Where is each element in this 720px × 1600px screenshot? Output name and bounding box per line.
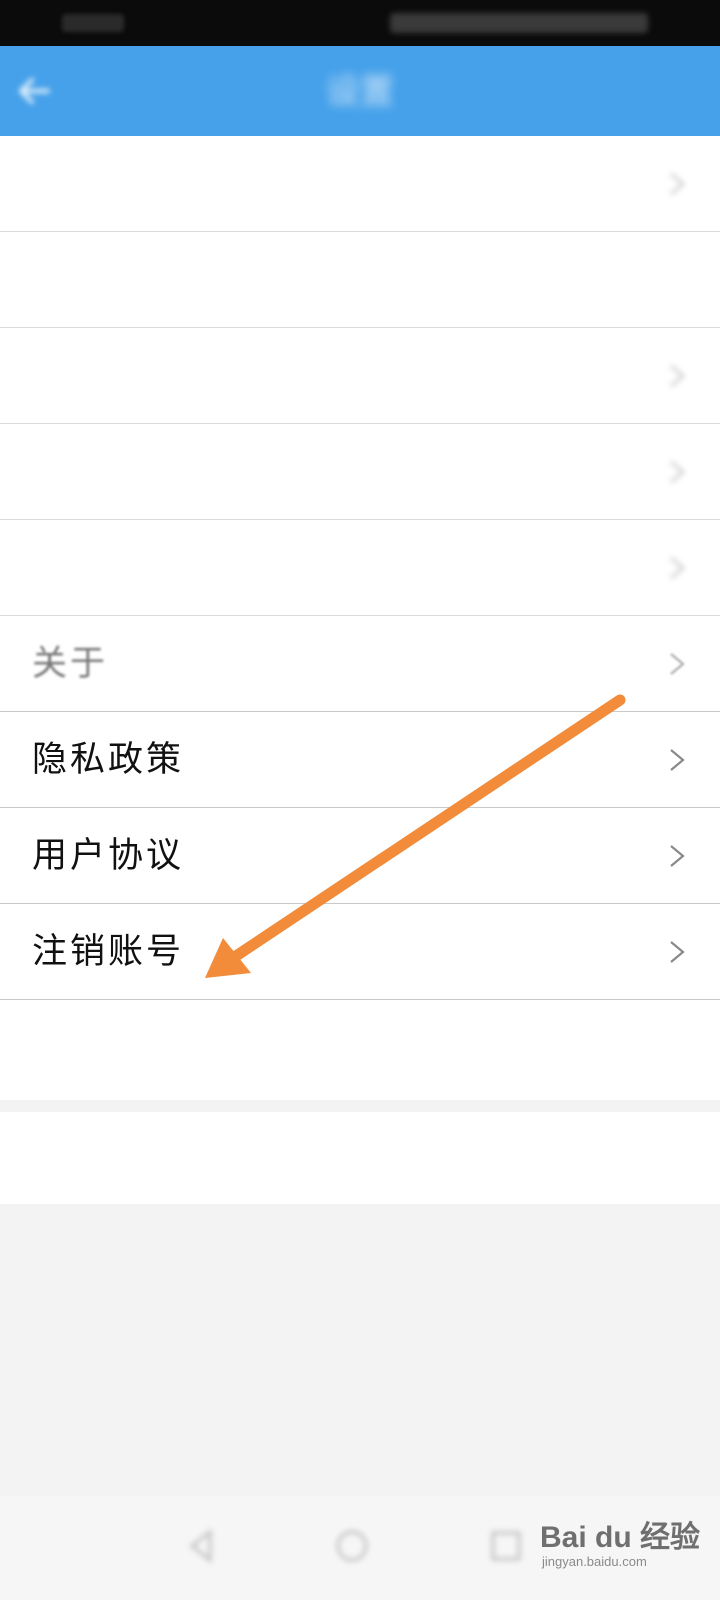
chevron-right-icon	[670, 365, 685, 387]
settings-item-2[interactable]	[0, 232, 720, 328]
settings-item-about[interactable]: 关于	[0, 616, 720, 712]
settings-item-label: 注销账号	[32, 932, 185, 972]
status-bar	[0, 0, 720, 46]
watermark-logo-text: Bai du 经验	[540, 1521, 701, 1554]
settings-item-user-agreement[interactable]: 用户协议	[0, 808, 720, 904]
settings-list: 关于 隐私政策 用户协议 注销账号	[0, 136, 720, 1000]
nav-home-icon[interactable]	[332, 1526, 372, 1566]
settings-item-label: 关于	[32, 644, 109, 684]
chevron-right-icon	[670, 749, 685, 771]
settings-item-1[interactable]	[0, 136, 720, 232]
top-app-bar: 设置	[0, 46, 720, 136]
chevron-right-icon	[670, 173, 685, 195]
status-icons	[390, 13, 648, 33]
status-time	[62, 14, 124, 32]
wechat-official-account-row	[0, 1000, 720, 1100]
settings-item-label: 隐私政策	[32, 740, 185, 780]
baidu-jingyan-watermark: Bai du 经验 jingyan.baidu.com	[540, 1512, 710, 1592]
logout-button[interactable]	[0, 1112, 720, 1204]
back-arrow-icon[interactable]	[14, 74, 54, 108]
settings-item-4[interactable]	[0, 424, 720, 520]
settings-item-3[interactable]	[0, 328, 720, 424]
chevron-right-icon	[670, 557, 685, 579]
nav-recents-icon[interactable]	[486, 1526, 526, 1566]
chevron-right-icon	[670, 845, 685, 867]
settings-item-5[interactable]	[0, 520, 720, 616]
watermark-url: jingyan.baidu.com	[542, 1554, 647, 1569]
settings-item-privacy-policy[interactable]: 隐私政策	[0, 712, 720, 808]
chevron-right-icon	[670, 941, 685, 963]
chevron-right-icon	[670, 653, 685, 675]
settings-item-delete-account[interactable]: 注销账号	[0, 904, 720, 1000]
settings-item-label: 用户协议	[32, 836, 185, 876]
nav-back-icon[interactable]	[182, 1526, 222, 1566]
page-title: 设置	[326, 72, 394, 112]
chevron-right-icon	[670, 461, 685, 483]
